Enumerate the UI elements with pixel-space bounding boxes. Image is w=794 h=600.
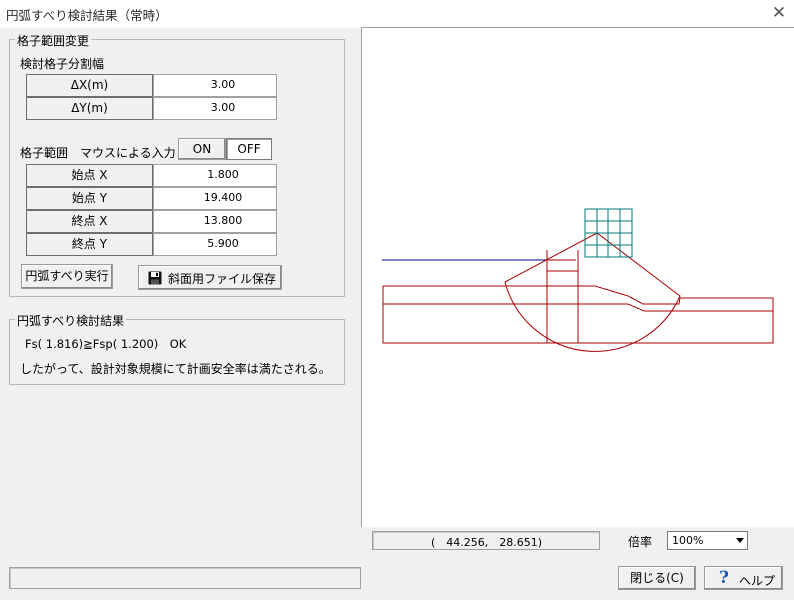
run-slip-button[interactable]: 円弧すべり実行 — [21, 264, 113, 289]
floppy-disk-icon — [148, 271, 162, 285]
slip-circle-arc — [504, 232, 681, 352]
result-legend: 円弧すべり検討結果 — [15, 312, 127, 329]
close-icon[interactable]: ✕ — [770, 3, 788, 23]
dy-input[interactable]: 3.00 — [153, 97, 277, 120]
coordinate-readout: ( 44.256, 28.651) — [372, 531, 600, 550]
start-y-input[interactable]: 19.400 — [153, 187, 277, 210]
help-button[interactable]: ? ヘルプ — [704, 566, 783, 590]
coordinate-text: ( 44.256, 28.651) — [431, 536, 543, 549]
zoom-label: 倍率 — [628, 535, 653, 549]
end-x-label: 終点 X — [26, 210, 153, 233]
mouse-input-label: マウスによる入力 — [80, 146, 176, 160]
window-title: 円弧すべり検討結果（常時） — [6, 8, 168, 23]
mouse-on-button[interactable]: ON — [178, 138, 226, 160]
status-bar — [9, 567, 361, 589]
slope-drawing-canvas[interactable] — [361, 27, 794, 527]
dx-input[interactable]: 3.00 — [153, 74, 277, 97]
dy-label: ΔY(m) — [26, 97, 153, 120]
range-label: 格子範囲 — [20, 146, 69, 160]
mouse-off-button[interactable]: OFF — [226, 138, 272, 160]
start-x-input[interactable]: 1.800 — [153, 164, 277, 187]
save-file-label: 斜面用ファイル保存 — [168, 272, 277, 286]
end-x-input[interactable]: 13.800 — [153, 210, 277, 233]
chevron-down-icon — [736, 538, 744, 543]
start-y-label: 始点 Y — [26, 187, 153, 210]
zoom-select[interactable]: 100% — [667, 531, 748, 550]
start-x-label: 始点 X — [26, 164, 153, 187]
grid-change-legend: 格子範囲変更 — [15, 32, 92, 49]
end-y-label: 終点 Y — [26, 233, 153, 256]
dx-label: ΔX(m) — [26, 74, 153, 97]
close-button[interactable]: 閉じる(C) — [618, 566, 696, 590]
end-y-input[interactable]: 5.900 — [153, 233, 277, 256]
division-label: 検討格子分割幅 — [20, 57, 105, 71]
help-label: ヘルプ — [739, 574, 776, 588]
help-question-icon: ? — [719, 568, 729, 588]
result-fs-text: Fs( 1.816)≧Fsp( 1.200) OK — [25, 337, 187, 351]
zoom-value: 100% — [672, 534, 704, 547]
slope-drawing — [382, 208, 774, 352]
save-file-button[interactable]: 斜面用ファイル保存 — [138, 265, 282, 290]
search-grid — [584, 208, 633, 258]
result-conclusion-text: したがって、設計対象規模にて計画安全率は満たされる。 — [20, 362, 331, 376]
